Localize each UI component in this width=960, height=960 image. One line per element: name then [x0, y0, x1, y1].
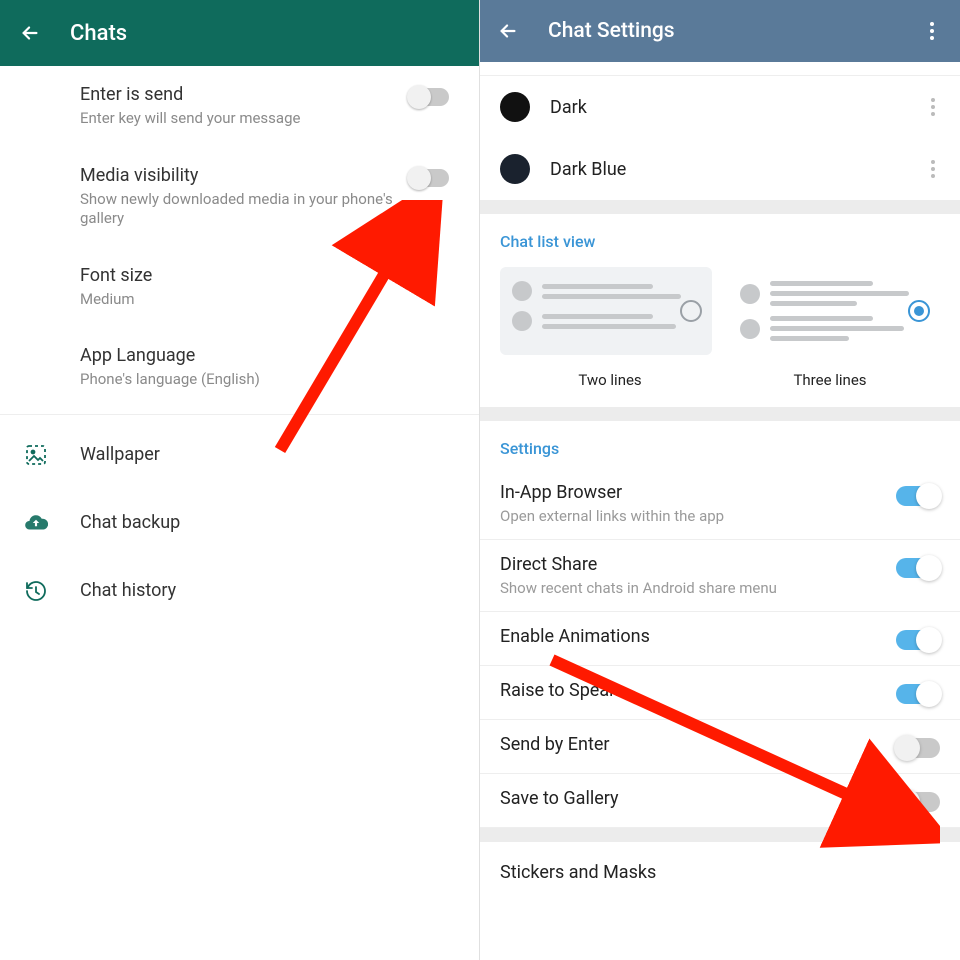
enter-is-send-label: Enter is send — [80, 84, 439, 105]
chat-list-captions: Two lines Three lines — [480, 361, 960, 407]
history-icon — [22, 577, 50, 605]
wa-header: Chats — [0, 0, 479, 66]
section-divider — [480, 407, 960, 421]
whatsapp-chats-settings: Chats Enter is send Enter key will send … — [0, 0, 480, 960]
direct-share-label: Direct Share — [500, 554, 896, 575]
save-to-gallery-label: Save to Gallery — [500, 788, 896, 809]
cloud-upload-icon — [22, 509, 50, 537]
chat-backup-label: Chat backup — [80, 512, 180, 533]
tg-header: Chat Settings — [480, 0, 960, 62]
two-lines-option[interactable] — [500, 267, 712, 355]
raise-to-speak-label: Raise to Speak — [500, 680, 896, 701]
app-language-value: Phone's language (English) — [80, 370, 439, 390]
theme-dark-label: Dark — [550, 97, 926, 118]
media-visibility-label: Media visibility — [80, 165, 439, 186]
chat-backup-row[interactable]: Chat backup — [0, 489, 479, 557]
send-by-enter-row[interactable]: Send by Enter — [480, 720, 960, 774]
app-language-label: App Language — [80, 345, 439, 366]
section-divider — [480, 200, 960, 214]
in-app-browser-label: In-App Browser — [500, 482, 896, 503]
radio-unselected-icon[interactable] — [680, 300, 702, 322]
chat-history-label: Chat history — [80, 580, 176, 601]
font-size-label: Font size — [80, 265, 439, 286]
direct-share-sub: Show recent chats in Android share menu — [500, 579, 896, 597]
three-lines-label: Three lines — [720, 371, 940, 389]
telegram-chat-settings: Chat Settings Dark Dark Blue Chat list v… — [480, 0, 960, 960]
wa-settings-group: Enter is send Enter key will send your m… — [0, 66, 479, 408]
enter-is-send-toggle[interactable] — [409, 88, 449, 106]
settings-header: Settings — [480, 421, 960, 468]
in-app-browser-row[interactable]: In-App Browser Open external links withi… — [480, 468, 960, 540]
media-visibility-row[interactable]: Media visibility Show newly downloaded m… — [80, 147, 459, 247]
theme-color-swatch — [500, 154, 530, 184]
back-arrow-icon[interactable] — [18, 21, 42, 45]
font-size-row[interactable]: Font size Medium — [80, 247, 459, 328]
section-divider — [480, 828, 960, 842]
save-to-gallery-toggle[interactable] — [896, 792, 940, 812]
wallpaper-row[interactable]: Wallpaper — [0, 421, 479, 489]
app-language-row[interactable]: App Language Phone's language (English) — [80, 327, 459, 408]
back-arrow-icon[interactable] — [496, 19, 520, 43]
raise-to-speak-toggle[interactable] — [896, 684, 940, 704]
media-visibility-sub: Show newly downloaded media in your phon… — [80, 190, 439, 229]
wallpaper-icon — [22, 441, 50, 469]
enter-is-send-row[interactable]: Enter is send Enter key will send your m… — [80, 66, 459, 147]
enable-animations-toggle[interactable] — [896, 630, 940, 650]
stickers-and-masks-row[interactable]: Stickers and Masks — [480, 842, 960, 903]
tg-title: Chat Settings — [548, 19, 920, 43]
media-visibility-toggle[interactable] — [409, 169, 449, 187]
send-by-enter-label: Send by Enter — [500, 734, 896, 755]
more-dots-icon[interactable] — [926, 160, 940, 178]
chat-list-view-options — [480, 261, 960, 361]
save-to-gallery-row[interactable]: Save to Gallery — [480, 774, 960, 828]
theme-color-swatch — [500, 92, 530, 122]
spacer — [480, 62, 960, 76]
in-app-browser-toggle[interactable] — [896, 486, 940, 506]
divider — [0, 414, 479, 415]
two-lines-label: Two lines — [500, 371, 720, 389]
theme-dark-row[interactable]: Dark — [480, 76, 960, 138]
more-dots-icon[interactable] — [926, 98, 940, 116]
send-by-enter-toggle[interactable] — [896, 738, 940, 758]
three-lines-option[interactable] — [728, 267, 940, 355]
chat-list-view-header: Chat list view — [480, 214, 960, 261]
raise-to-speak-row[interactable]: Raise to Speak — [480, 666, 960, 720]
theme-darkblue-row[interactable]: Dark Blue — [480, 138, 960, 200]
wallpaper-label: Wallpaper — [80, 444, 160, 465]
more-menu-icon[interactable] — [920, 22, 944, 40]
font-size-value: Medium — [80, 290, 439, 310]
in-app-browser-sub: Open external links within the app — [500, 507, 896, 525]
enable-animations-row[interactable]: Enable Animations — [480, 612, 960, 666]
wa-title: Chats — [70, 21, 127, 46]
radio-selected-icon[interactable] — [908, 300, 930, 322]
enter-is-send-sub: Enter key will send your message — [80, 109, 439, 129]
theme-darkblue-label: Dark Blue — [550, 159, 926, 180]
direct-share-row[interactable]: Direct Share Show recent chats in Androi… — [480, 540, 960, 612]
enable-animations-label: Enable Animations — [500, 626, 896, 647]
direct-share-toggle[interactable] — [896, 558, 940, 578]
chat-history-row[interactable]: Chat history — [0, 557, 479, 625]
